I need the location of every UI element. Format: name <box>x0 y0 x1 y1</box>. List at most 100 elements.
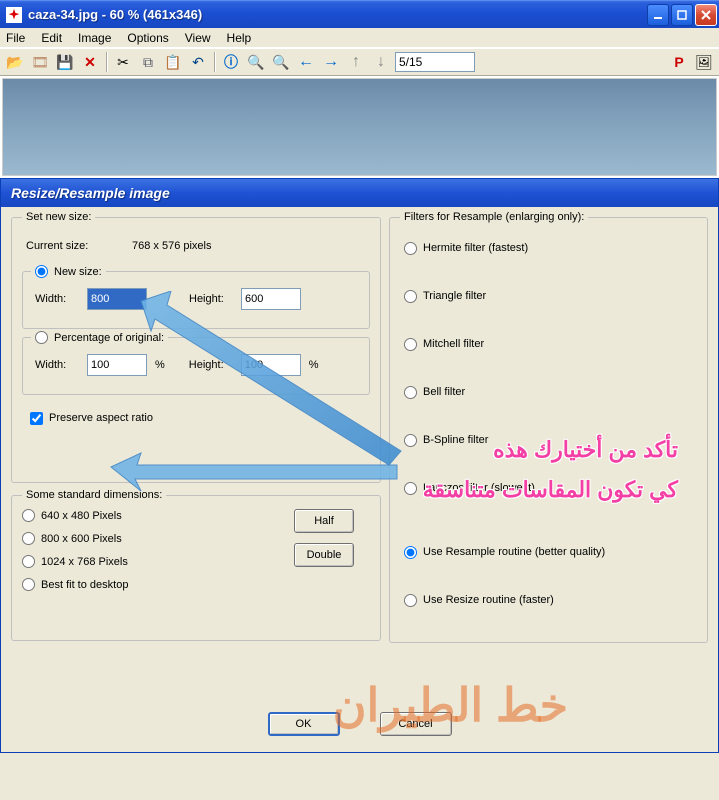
down-button[interactable]: ↓ <box>370 51 392 73</box>
thumbnail-button[interactable]: 🖼 <box>693 51 715 73</box>
std-bestfit-radio[interactable] <box>22 578 35 591</box>
ok-button[interactable]: OK <box>268 712 340 736</box>
slideshow-button[interactable]: 🎞 <box>29 51 51 73</box>
std-1024-label: 1024 x 768 Pixels <box>41 556 128 568</box>
filter-hermite-radio[interactable] <box>404 242 417 255</box>
standard-dimensions-group: Some standard dimensions: 640 x 480 Pixe… <box>11 489 381 641</box>
pct-width-label: Width: <box>35 359 81 371</box>
percentage-radio[interactable] <box>35 331 48 344</box>
std-dims-legend: Some standard dimensions: <box>22 489 166 501</box>
std-800-radio[interactable] <box>22 532 35 545</box>
picture-icon: 🖼 <box>695 54 713 71</box>
next-button[interactable]: → <box>320 51 342 73</box>
menu-file[interactable]: File <box>6 31 25 45</box>
menu-options[interactable]: Options <box>127 31 168 45</box>
p-button[interactable]: P <box>668 51 690 73</box>
pct-height-label: Height: <box>189 359 235 371</box>
menu-bar: File Edit Image Options View Help <box>0 28 719 48</box>
percentage-label: Percentage of original: <box>54 332 164 344</box>
undo-button[interactable]: ↶ <box>187 51 209 73</box>
toolbar: 📂 🎞 💾 ✕ ✂ ⧉ 📋 ↶ ⓘ 🔍 🔍 ← → ↑ ↓ P 🖼 <box>0 48 719 76</box>
up-button[interactable]: ↑ <box>345 51 367 73</box>
std-640-radio[interactable] <box>22 509 35 522</box>
pct-width-input[interactable] <box>87 354 147 376</box>
width-input[interactable] <box>87 288 147 310</box>
zoom-in-icon: 🔍 <box>247 54 264 71</box>
set-new-size-legend: Set new size: <box>22 211 95 223</box>
open-button[interactable]: 📂 <box>4 51 26 73</box>
percentage-group: Percentage of original: Width: % Height:… <box>22 337 370 395</box>
filter-mitchell-label: Mitchell filter <box>423 338 484 350</box>
prev-button[interactable]: ← <box>295 51 317 73</box>
undo-icon: ↶ <box>192 54 204 71</box>
width-label: Width: <box>35 293 81 305</box>
info-icon: ⓘ <box>224 52 238 72</box>
std-640-label: 640 x 480 Pixels <box>41 510 122 522</box>
new-size-radio[interactable] <box>35 265 48 278</box>
folder-open-icon: 📂 <box>6 54 23 71</box>
filters-legend: Filters for Resample (enlarging only): <box>400 211 588 223</box>
routine-resample-radio[interactable] <box>404 546 417 559</box>
close-icon <box>701 10 711 20</box>
zoom-out-button[interactable]: 🔍 <box>270 51 292 73</box>
pct-height-input[interactable] <box>241 354 301 376</box>
set-new-size-group: Set new size: Current size: 768 x 576 pi… <box>11 211 381 483</box>
filter-hermite-label: Hermite filter (fastest) <box>423 242 528 254</box>
height-label: Height: <box>189 293 235 305</box>
dialog-title: Resize/Resample image <box>1 179 718 207</box>
toolbar-sep <box>106 52 107 72</box>
half-button[interactable]: Half <box>294 509 354 533</box>
paste-button[interactable]: 📋 <box>162 51 184 73</box>
toolbar-sep <box>214 52 215 72</box>
new-size-label: New size: <box>54 266 102 278</box>
filter-bspline-label: B-Spline filter <box>423 434 488 446</box>
scissors-icon: ✂ <box>117 54 129 71</box>
filter-triangle-label: Triangle filter <box>423 290 486 302</box>
menu-view[interactable]: View <box>185 31 211 45</box>
copy-button[interactable]: ⧉ <box>137 51 159 73</box>
std-bestfit-label: Best fit to desktop <box>41 579 128 591</box>
arrow-right-icon: → <box>323 53 339 71</box>
arrow-up-icon: ↑ <box>352 53 360 71</box>
preserve-aspect-checkbox[interactable] <box>30 412 43 425</box>
menu-image[interactable]: Image <box>78 31 111 45</box>
pct-sym: % <box>155 359 165 371</box>
menu-edit[interactable]: Edit <box>41 31 62 45</box>
filter-bell-radio[interactable] <box>404 386 417 399</box>
pct-sym: % <box>309 359 319 371</box>
arrow-down-icon: ↓ <box>377 53 385 71</box>
cut-button[interactable]: ✂ <box>112 51 134 73</box>
new-size-group: New size: Width: Height: <box>22 271 370 329</box>
current-size-label: Current size: <box>26 240 126 252</box>
filter-bell-label: Bell filter <box>423 386 465 398</box>
preserve-aspect-label: Preserve aspect ratio <box>49 412 153 424</box>
resize-dialog: Resize/Resample image Set new size: Curr… <box>0 178 719 753</box>
image-counter-input[interactable] <box>395 52 475 72</box>
routine-resample-label: Use Resample routine (better quality) <box>423 546 605 558</box>
routine-resize-radio[interactable] <box>404 594 417 607</box>
info-button[interactable]: ⓘ <box>220 51 242 73</box>
double-button[interactable]: Double <box>294 543 354 567</box>
current-size-value: 768 x 576 pixels <box>132 240 212 252</box>
filter-mitchell-radio[interactable] <box>404 338 417 351</box>
save-button[interactable]: 💾 <box>54 51 76 73</box>
std-1024-radio[interactable] <box>22 555 35 568</box>
close-button[interactable] <box>695 4 717 26</box>
filter-lanczos-radio[interactable] <box>404 482 417 495</box>
image-viewport <box>0 76 719 178</box>
maximize-button[interactable] <box>671 4 693 26</box>
paste-icon: 📋 <box>164 54 181 71</box>
cancel-button[interactable]: Cancel <box>380 712 452 736</box>
filter-triangle-radio[interactable] <box>404 290 417 303</box>
filter-bspline-radio[interactable] <box>404 434 417 447</box>
height-input[interactable] <box>241 288 301 310</box>
film-icon: 🎞 <box>31 54 49 71</box>
minimize-icon <box>653 10 663 20</box>
routine-resize-label: Use Resize routine (faster) <box>423 594 554 606</box>
zoom-out-icon: 🔍 <box>272 54 289 71</box>
zoom-in-button[interactable]: 🔍 <box>245 51 267 73</box>
image-content <box>2 78 717 176</box>
menu-help[interactable]: Help <box>227 31 252 45</box>
delete-button[interactable]: ✕ <box>79 51 101 73</box>
minimize-button[interactable] <box>647 4 669 26</box>
